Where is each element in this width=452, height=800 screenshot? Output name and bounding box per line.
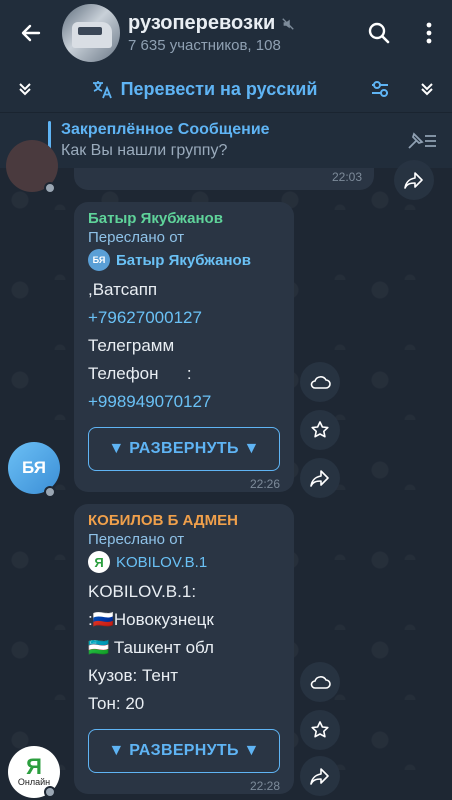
translate-bar: Перевести на русский xyxy=(0,66,452,112)
group-avatar[interactable] xyxy=(62,4,120,62)
message-bubble[interactable]: Батыр Якубжанов Переслано от БЯ Батыр Як… xyxy=(74,202,294,492)
message-bubble[interactable]: КОБИЛОВ Б АДМЕН Переслано от Я KOBILOV.B… xyxy=(74,504,294,794)
collapse-left-button[interactable] xyxy=(0,81,50,97)
message-line: 🇺🇿 Ташкент обл xyxy=(88,638,214,657)
pinned-title: Закреплённое Сообщение xyxy=(61,121,270,138)
share-icon xyxy=(310,470,329,487)
share-button[interactable] xyxy=(300,458,340,498)
star-icon xyxy=(311,721,329,738)
favorite-button[interactable] xyxy=(300,410,340,450)
phone-link[interactable]: +79627000127 xyxy=(88,309,280,327)
pinned-text: Как Вы нашли группу? xyxy=(61,142,228,159)
tune-icon xyxy=(372,81,388,97)
chat-info[interactable]: рузоперевозки 7 635 участников, 108 xyxy=(128,12,352,54)
pinned-message-bar[interactable]: Закреплённое Сообщение Как Вы нашли груп… xyxy=(0,112,452,168)
chat-subtitle: 7 635 участников, 108 xyxy=(128,37,281,54)
forwarded-label: Переслано от xyxy=(88,229,185,246)
avatar-logo-letter: Я xyxy=(26,754,42,779)
forwarded-from[interactable]: БЯ Батыр Якубжанов xyxy=(88,249,280,271)
forward-from-name: KOBILOV.B.1 xyxy=(116,553,208,571)
forward-from-name: Батыр Якубжанов xyxy=(116,251,251,269)
muted-icon xyxy=(282,17,294,30)
message-line: Телеграмм xyxy=(88,336,175,355)
forwarded-from[interactable]: Я KOBILOV.B.1 xyxy=(88,551,280,573)
expand-button[interactable]: ▼ РАЗВЕРНУТЬ ▼ xyxy=(88,729,280,773)
message-line: Кузов: Тент xyxy=(88,666,178,685)
search-button[interactable] xyxy=(352,0,406,66)
sender-name[interactable]: Батыр Якубжанов xyxy=(88,210,280,227)
arrow-left-icon xyxy=(21,24,41,42)
message-line: Тон: 20 xyxy=(88,694,145,713)
message-line: KOBILOV.B.1: xyxy=(88,582,197,601)
online-indicator xyxy=(44,182,56,194)
more-menu-button[interactable] xyxy=(406,0,452,66)
translate-button[interactable]: Перевести на русский xyxy=(50,78,358,100)
message-time: 22:28 xyxy=(249,779,280,793)
message-time: 22:03 xyxy=(331,170,362,184)
online-indicator xyxy=(44,486,56,498)
pin-list-icon xyxy=(408,131,436,149)
more-vertical-icon xyxy=(426,22,432,44)
share-icon xyxy=(404,172,423,189)
message-time: 22:26 xyxy=(249,477,280,491)
cloud-icon xyxy=(310,376,331,389)
translate-label: Перевести на русский xyxy=(120,78,318,99)
double-chevron-down-icon xyxy=(19,83,31,96)
sender-name[interactable]: КОБИЛОВ Б АДМЕН xyxy=(88,512,280,529)
share-icon xyxy=(310,768,329,785)
pinned-list-button[interactable] xyxy=(392,130,452,152)
message-line: ,Ватсапп xyxy=(88,280,158,299)
favorite-button[interactable] xyxy=(300,710,340,750)
save-to-cloud-button[interactable] xyxy=(300,362,340,402)
back-button[interactable] xyxy=(0,0,62,66)
expand-button[interactable]: ▼ РАЗВЕРНУТЬ ▼ xyxy=(88,427,280,471)
cloud-icon xyxy=(310,676,331,689)
share-button[interactable] xyxy=(300,756,340,796)
previous-message-bubble[interactable]: 22:03 xyxy=(74,168,374,190)
phone-link[interactable]: +998949070127 xyxy=(88,393,280,411)
chat-title: рузоперевозки xyxy=(128,12,276,34)
message-line: Телефон : xyxy=(88,364,192,383)
message-line: :🇷🇺Новокузнецк xyxy=(88,610,214,629)
translate-settings-button[interactable] xyxy=(358,78,402,100)
double-chevron-down-icon xyxy=(421,83,433,96)
forwarded-label: Переслано от xyxy=(88,531,185,548)
forward-avatar: БЯ xyxy=(88,249,110,271)
search-icon xyxy=(368,22,390,44)
chat-header: рузоперевозки 7 635 участников, 108 xyxy=(0,0,452,66)
star-icon xyxy=(311,421,329,438)
share-button[interactable] xyxy=(394,160,434,200)
avatar-caption: Онлайн xyxy=(17,777,51,787)
forward-avatar: Я xyxy=(88,551,110,573)
online-indicator xyxy=(44,786,56,798)
save-to-cloud-button[interactable] xyxy=(300,662,340,702)
translate-icon xyxy=(92,81,112,99)
collapse-right-button[interactable] xyxy=(402,81,452,97)
